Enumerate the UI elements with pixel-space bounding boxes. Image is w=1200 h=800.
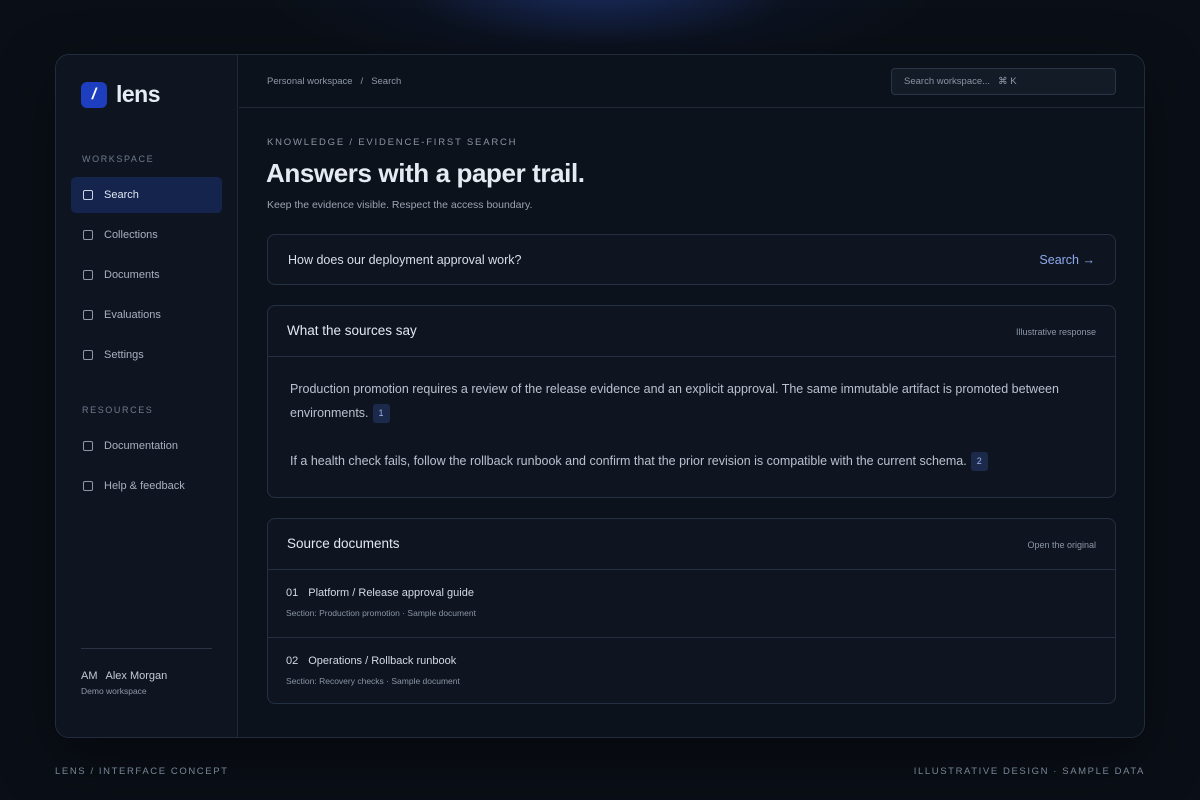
answer-paragraph: If a health check fails, follow the roll… [290, 449, 1085, 473]
answer-title: What the sources say [287, 323, 417, 338]
sidebar-item-collections[interactable]: Collections [71, 217, 222, 253]
list-item[interactable]: 02 Operations / Rollback runbook Section… [268, 637, 1115, 704]
sources-panel: Source documents Open the original 01 Pl… [267, 518, 1116, 704]
main-content: Personal workspace / Search Search works… [239, 55, 1144, 737]
sidebar-item-documentation[interactable]: Documentation [71, 428, 222, 464]
sources-title: Source documents [287, 536, 400, 551]
sidebar-item-documents[interactable]: Documents [71, 257, 222, 293]
source-number: 01 [286, 587, 299, 599]
breadcrumb-separator: / [360, 76, 364, 87]
source-number: 02 [286, 655, 299, 667]
logo-mark-icon: / [81, 81, 107, 108]
citation-badge[interactable]: 2 [970, 452, 988, 472]
footer-caption-left: LENS / INTERFACE CONCEPT [55, 766, 229, 777]
source-title: Platform / Release approval guide [308, 587, 474, 599]
sidebar-item-search[interactable]: Search [71, 177, 222, 213]
square-icon [83, 481, 93, 491]
square-icon [83, 230, 93, 240]
answer-text: Production promotion requires a review o… [290, 382, 1059, 420]
sidebar-item-label: Search [104, 189, 139, 201]
breadcrumb: Personal workspace / Search [267, 76, 401, 87]
topbar: Personal workspace / Search Search works… [239, 55, 1144, 108]
keyboard-shortcut: ⌘ K [998, 76, 1017, 87]
page-eyebrow: KNOWLEDGE / EVIDENCE-FIRST SEARCH [267, 137, 518, 148]
answer-meta: Illustrative response [1015, 327, 1096, 337]
sidebar-divider [81, 648, 212, 649]
app-name: lens [116, 81, 161, 107]
list-item[interactable]: 01 Platform / Release approval guide Sec… [268, 570, 1115, 637]
user-profile[interactable]: AM Alex Morgan Demo workspace [81, 670, 167, 696]
query-box[interactable]: How does our deployment approval work? S… [267, 234, 1116, 285]
breadcrumb-workspace[interactable]: Personal workspace [267, 76, 353, 87]
sidebar-item-help-feedback[interactable]: Help & feedback [71, 468, 222, 504]
app-window: / lens WORKSPACE Search Collections Docu… [55, 54, 1145, 738]
answer-text: If a health check fails, follow the roll… [290, 454, 967, 468]
footer-caption-right: ILLUSTRATIVE DESIGN · SAMPLE DATA [913, 766, 1145, 777]
source-title: Operations / Rollback runbook [308, 655, 457, 667]
avatar: AM [81, 670, 98, 682]
user-name: Alex Morgan [105, 670, 168, 682]
logo[interactable]: / lens [81, 81, 161, 108]
square-icon [83, 441, 93, 451]
search-placeholder: Search workspace... [904, 76, 991, 87]
sources-header: Source documents Open the original [268, 519, 1115, 570]
search-button[interactable]: Search → [1039, 253, 1095, 267]
sidebar-item-label: Help & feedback [104, 480, 185, 492]
sidebar-item-label: Documents [104, 269, 160, 281]
sidebar-item-evaluations[interactable]: Evaluations [71, 297, 222, 333]
answer-paragraph: Production promotion requires a review o… [290, 377, 1085, 425]
search-input[interactable]: Search workspace... ⌘ K [891, 68, 1116, 95]
breadcrumb-current: Search [371, 76, 402, 87]
workspace-section-label: WORKSPACE [82, 154, 155, 164]
open-original-link[interactable]: Open the original [1027, 540, 1096, 550]
sidebar-item-settings[interactable]: Settings [71, 337, 222, 373]
sidebar-item-label: Collections [104, 229, 158, 241]
page-subtitle: Keep the evidence visible. Respect the a… [267, 199, 533, 211]
source-subtitle: Section: Recovery checks · Sample docume… [286, 676, 460, 686]
resources-section-label: RESOURCES [82, 405, 154, 415]
sidebar: / lens WORKSPACE Search Collections Docu… [56, 55, 238, 737]
source-subtitle: Section: Production promotion · Sample d… [286, 608, 476, 618]
user-workspace: Demo workspace [81, 686, 147, 696]
square-icon [83, 190, 93, 200]
citation-badge[interactable]: 1 [372, 404, 390, 424]
answer-header: What the sources say Illustrative respon… [268, 306, 1115, 357]
sidebar-item-label: Evaluations [104, 309, 161, 321]
square-icon [83, 350, 93, 360]
answer-panel: What the sources say Illustrative respon… [267, 305, 1116, 498]
square-icon [83, 310, 93, 320]
page-title: Answers with a paper trail. [266, 158, 585, 188]
sidebar-item-label: Documentation [104, 440, 178, 452]
sidebar-item-label: Settings [104, 349, 144, 361]
query-input[interactable]: How does our deployment approval work? [288, 253, 521, 267]
square-icon [83, 270, 93, 280]
